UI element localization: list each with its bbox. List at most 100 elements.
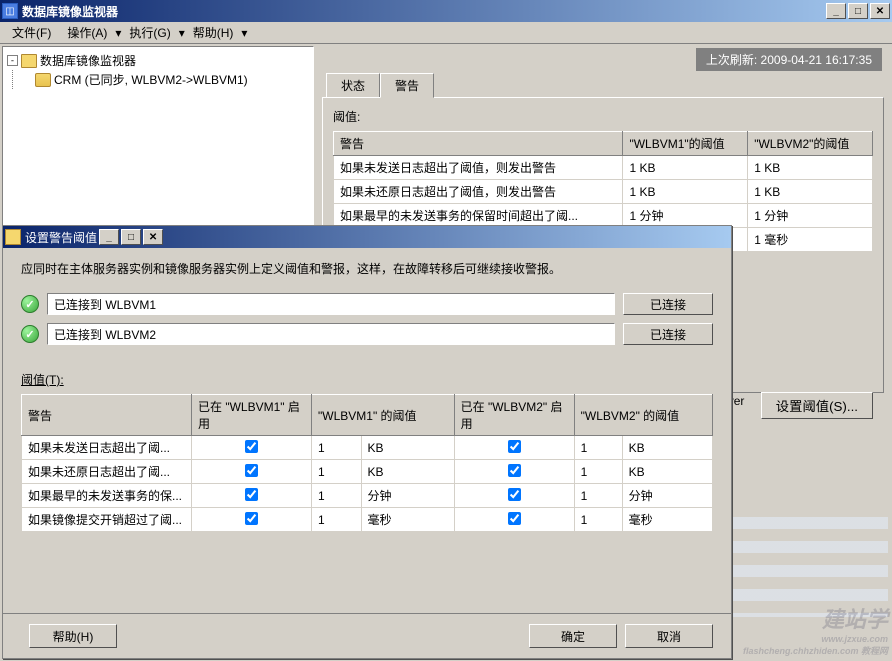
connect-button-2[interactable]: 已连接 xyxy=(623,323,713,345)
tab-alert[interactable]: 警告 xyxy=(380,73,434,98)
cancel-button[interactable]: 取消 xyxy=(625,624,713,648)
table-row[interactable]: 如果未还原日志超出了阈值，则发出警告 1 KB 1 KB xyxy=(334,180,873,204)
help-button[interactable]: 帮助(H) xyxy=(29,624,117,648)
cell-enable1 xyxy=(192,484,312,508)
threshold-label: 阈值: xyxy=(333,108,873,125)
cell-vm1: 1 分钟 xyxy=(623,204,748,228)
dialog-button-bar: 帮助(H) 确定 取消 xyxy=(3,613,731,648)
menu-action[interactable]: 操作(A) xyxy=(59,22,115,43)
cell-enable1 xyxy=(192,460,312,484)
dialog-minimize-button[interactable]: _ xyxy=(99,229,119,245)
cell-vm2: 1 KB xyxy=(748,156,873,180)
table-row[interactable]: 如果未发送日志超出了阈值，则发出警告 1 KB 1 KB xyxy=(334,156,873,180)
app-icon: ◫ xyxy=(2,3,18,19)
cell-warning: 如果未还原日志超出了阈... xyxy=(22,460,192,484)
th-warning[interactable]: 警告 xyxy=(334,132,623,156)
cell-enable2 xyxy=(454,484,574,508)
checkbox-enable2[interactable] xyxy=(508,488,521,501)
minimize-button[interactable]: _ xyxy=(826,3,846,19)
cell-warning: 如果未还原日志超出了阈值，则发出警告 xyxy=(334,180,623,204)
cell-unit2: 毫秒 xyxy=(622,508,712,532)
checkbox-enable2[interactable] xyxy=(508,440,521,453)
th-vm1[interactable]: "WLBVM1"的阈值 xyxy=(623,132,748,156)
dialog-threshold-table: 警告 已在 "WLBVM1" 启用 "WLBVM1" 的阈值 已在 "WLBVM… xyxy=(21,394,713,532)
cell-vm1: 1 KB xyxy=(623,156,748,180)
checkbox-enable2[interactable] xyxy=(508,464,521,477)
cell-warning: 如果未发送日志超出了阈... xyxy=(22,436,192,460)
database-icon xyxy=(35,73,51,87)
dlg-th-enable1[interactable]: 已在 "WLBVM1" 启用 xyxy=(192,395,312,436)
dialog-description: 应同时在主体服务器实例和镜像服务器实例上定义阈值和警报，这样，在故障转移后可继续… xyxy=(21,260,713,277)
table-row[interactable]: 如果最早的未发送事务的保... 1 分钟 1 分钟 xyxy=(22,484,713,508)
cell-enable2 xyxy=(454,436,574,460)
cell-val2: 1 xyxy=(574,436,622,460)
tree-child-item[interactable]: CRM (已同步, WLBVM2->WLBVM1) xyxy=(35,70,309,89)
dialog-close-button[interactable]: ✕ xyxy=(143,229,163,245)
cell-val1: 1 xyxy=(312,508,362,532)
last-refresh-label: 上次刷新: 2009-04-21 16:17:35 xyxy=(696,48,882,71)
menubar: 文件(F) 操作(A)▾ 执行(G)▾ 帮助(H)▾ xyxy=(0,22,892,44)
cell-warning: 如果镜像提交开销超过了阈... xyxy=(22,508,192,532)
threshold-dialog: 设置警告阈值 _ □ ✕ 应同时在主体服务器实例和镜像服务器实例上定义阈值和警报… xyxy=(2,225,732,659)
table-row[interactable]: 如果最早的未发送事务的保留时间超出了阈... 1 分钟 1 分钟 xyxy=(334,204,873,228)
tab-status[interactable]: 状态 xyxy=(326,73,380,98)
dialog-title: 设置警告阈值 xyxy=(25,229,97,246)
th-vm2[interactable]: "WLBVM2"的阈值 xyxy=(748,132,873,156)
cell-warning: 如果最早的未发送事务的保... xyxy=(22,484,192,508)
set-threshold-button[interactable]: 设置阈值(S)... xyxy=(761,392,873,419)
check-icon: ✓ xyxy=(21,325,39,343)
cell-vm2: 1 毫秒 xyxy=(748,228,873,252)
menu-file[interactable]: 文件(F) xyxy=(4,22,59,43)
cell-val1: 1 xyxy=(312,484,362,508)
cell-val2: 1 xyxy=(574,508,622,532)
folder-icon xyxy=(21,54,37,68)
menu-help[interactable]: 帮助(H) xyxy=(185,22,242,43)
cell-val2: 1 xyxy=(574,460,622,484)
connection-input-2[interactable] xyxy=(47,323,615,345)
table-row[interactable]: 如果镜像提交开销超过了阈... 1 毫秒 1 毫秒 xyxy=(22,508,713,532)
checkbox-enable1[interactable] xyxy=(245,464,258,477)
cell-val2: 1 xyxy=(574,484,622,508)
connection-row-1: ✓ 已连接 xyxy=(21,293,713,315)
close-button[interactable]: ✕ xyxy=(870,3,890,19)
dialog-titlebar: 设置警告阈值 _ □ ✕ xyxy=(3,226,731,248)
check-icon: ✓ xyxy=(21,295,39,313)
watermark: 建站学 www.jzxue.com flashcheng.chhzhiden.c… xyxy=(728,602,888,657)
checkbox-enable2[interactable] xyxy=(508,512,521,525)
checkbox-enable1[interactable] xyxy=(245,440,258,453)
cell-vm2: 1 KB xyxy=(748,180,873,204)
cell-warning: 如果未发送日志超出了阈值，则发出警告 xyxy=(334,156,623,180)
cell-enable2 xyxy=(454,508,574,532)
connection-input-1[interactable] xyxy=(47,293,615,315)
cell-unit2: KB xyxy=(622,460,712,484)
cell-unit1: KB xyxy=(361,460,454,484)
cell-unit2: 分钟 xyxy=(622,484,712,508)
cell-unit2: KB xyxy=(622,436,712,460)
tab-strip: 状态 警告 xyxy=(322,73,884,98)
tree-root-item[interactable]: - 数据库镜像监视器 xyxy=(7,51,309,70)
checkbox-enable1[interactable] xyxy=(245,488,258,501)
table-row[interactable]: 如果未发送日志超出了阈... 1 KB 1 KB xyxy=(22,436,713,460)
cell-val1: 1 xyxy=(312,460,362,484)
background-decoration: 建站学 www.jzxue.com flashcheng.chhzhiden.c… xyxy=(728,517,888,657)
checkbox-enable1[interactable] xyxy=(245,512,258,525)
dlg-th-thresh1[interactable]: "WLBVM1" 的阈值 xyxy=(312,395,455,436)
dialog-body: 应同时在主体服务器实例和镜像服务器实例上定义阈值和警报，这样，在故障转移后可继续… xyxy=(3,248,731,544)
tree-root-label: 数据库镜像监视器 xyxy=(40,52,136,69)
cell-enable1 xyxy=(192,436,312,460)
cell-unit1: 毫秒 xyxy=(361,508,454,532)
dlg-th-enable2[interactable]: 已在 "WLBVM2" 启用 xyxy=(454,395,574,436)
dlg-th-thresh2[interactable]: "WLBVM2" 的阈值 xyxy=(574,395,712,436)
cell-unit1: 分钟 xyxy=(361,484,454,508)
cell-warning: 如果最早的未发送事务的保留时间超出了阈... xyxy=(334,204,623,228)
maximize-button[interactable]: □ xyxy=(848,3,868,19)
tree-collapse-icon[interactable]: - xyxy=(7,55,18,66)
dialog-maximize-button[interactable]: □ xyxy=(121,229,141,245)
table-row[interactable]: 如果未还原日志超出了阈... 1 KB 1 KB xyxy=(22,460,713,484)
threshold-t-label: 阈值(T): xyxy=(21,371,64,388)
connect-button-1[interactable]: 已连接 xyxy=(623,293,713,315)
dlg-th-warning[interactable]: 警告 xyxy=(22,395,192,436)
ok-button[interactable]: 确定 xyxy=(529,624,617,648)
cell-enable1 xyxy=(192,508,312,532)
menu-run[interactable]: 执行(G) xyxy=(121,22,178,43)
